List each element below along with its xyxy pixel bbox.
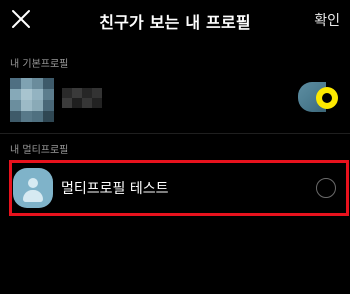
basic-profile-avatar-blurred	[10, 78, 54, 122]
confirm-button[interactable]: 확인	[314, 10, 340, 30]
page-title: 친구가 보는 내 프로필	[99, 13, 251, 32]
basic-profile-section-label: 내 기본프로필	[10, 59, 69, 70]
top-bar: 친구가 보는 내 프로필 확인	[0, 0, 350, 40]
multi-profile-section-label: 내 멀티프로필	[10, 145, 69, 156]
basic-profile-name-blurred	[62, 88, 102, 108]
highlight-box	[9, 160, 349, 216]
section-divider	[0, 133, 350, 134]
basic-profile-row[interactable]	[0, 70, 350, 126]
basic-profile-radio-selected[interactable]	[316, 87, 338, 109]
